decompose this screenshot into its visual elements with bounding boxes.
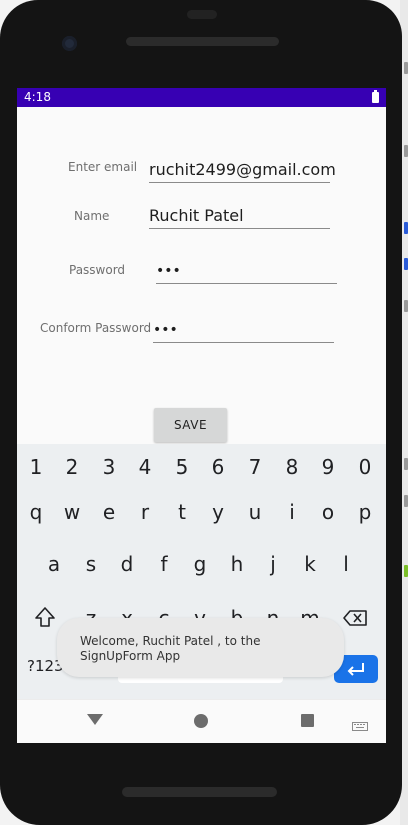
key[interactable]: k bbox=[295, 546, 325, 582]
welcome-toast: Welcome, Ruchit Patel , to the SignUpFor… bbox=[57, 618, 344, 677]
key[interactable]: u bbox=[240, 494, 270, 530]
key[interactable]: y bbox=[203, 494, 233, 530]
password-field[interactable]: ••• bbox=[156, 261, 337, 284]
key[interactable]: w bbox=[57, 494, 87, 530]
key[interactable]: q bbox=[21, 494, 51, 530]
key[interactable]: a bbox=[39, 546, 69, 582]
background-mark bbox=[404, 458, 408, 470]
key[interactable]: h bbox=[222, 546, 252, 582]
key[interactable]: d bbox=[112, 546, 142, 582]
email-label: Enter email bbox=[68, 160, 138, 174]
backspace-icon[interactable] bbox=[341, 600, 371, 636]
home-icon[interactable] bbox=[194, 714, 208, 728]
screen: 4:18 Enter email ruchit2499@gmail.com Na… bbox=[17, 88, 386, 743]
key[interactable]: 0 bbox=[350, 449, 380, 485]
key[interactable]: o bbox=[313, 494, 343, 530]
background-mark bbox=[404, 565, 408, 577]
save-button[interactable]: SAVE bbox=[154, 408, 227, 442]
key[interactable]: 8 bbox=[277, 449, 307, 485]
background-mark bbox=[404, 258, 408, 270]
key[interactable]: 5 bbox=[167, 449, 197, 485]
back-icon[interactable] bbox=[87, 714, 103, 725]
key[interactable]: j bbox=[258, 546, 288, 582]
email-field[interactable]: ruchit2499@gmail.com bbox=[149, 160, 336, 183]
key[interactable]: l bbox=[331, 546, 361, 582]
keyboard-switch-icon[interactable] bbox=[352, 716, 368, 731]
key[interactable]: f bbox=[149, 546, 179, 582]
name-field[interactable]: Ruchit Patel bbox=[149, 206, 330, 229]
confirm-password-label: Conform Password bbox=[40, 321, 152, 335]
name-label: Name bbox=[74, 209, 110, 223]
password-label: Password bbox=[69, 263, 126, 277]
background-mark bbox=[404, 222, 408, 234]
recents-icon[interactable] bbox=[301, 714, 314, 727]
keyboard-row-middle: a s d f g h j k l bbox=[17, 546, 386, 582]
key[interactable]: 1 bbox=[21, 449, 51, 485]
key[interactable]: r bbox=[130, 494, 160, 530]
background-mark bbox=[404, 300, 408, 312]
sensor bbox=[187, 10, 217, 19]
phone-frame: 4:18 Enter email ruchit2499@gmail.com Na… bbox=[0, 0, 402, 825]
key[interactable]: g bbox=[185, 546, 215, 582]
top-speaker bbox=[126, 37, 279, 46]
front-camera bbox=[62, 36, 77, 51]
key[interactable]: e bbox=[94, 494, 124, 530]
key[interactable]: 9 bbox=[313, 449, 343, 485]
toast-message: Welcome, Ruchit Patel , to the SignUpFor… bbox=[80, 634, 261, 663]
shift-icon[interactable] bbox=[30, 600, 60, 636]
background-mark bbox=[404, 62, 408, 74]
navigation-bar bbox=[17, 699, 386, 743]
key[interactable]: t bbox=[167, 494, 197, 530]
key[interactable]: 4 bbox=[130, 449, 160, 485]
key[interactable]: 6 bbox=[203, 449, 233, 485]
key[interactable]: i bbox=[277, 494, 307, 530]
confirm-password-field[interactable]: ••• bbox=[153, 320, 334, 343]
key[interactable]: s bbox=[76, 546, 106, 582]
bottom-speaker bbox=[122, 787, 277, 797]
keyboard-row-numbers: 1 2 3 4 5 6 7 8 9 0 bbox=[17, 449, 386, 485]
key[interactable]: 3 bbox=[94, 449, 124, 485]
keyboard-row-top: q w e r t y u i o p bbox=[17, 494, 386, 530]
key[interactable]: 2 bbox=[57, 449, 87, 485]
background-mark bbox=[404, 145, 408, 157]
battery-icon bbox=[372, 90, 379, 103]
key[interactable]: 7 bbox=[240, 449, 270, 485]
background-mark bbox=[404, 495, 408, 507]
key[interactable]: p bbox=[350, 494, 380, 530]
status-time: 4:18 bbox=[24, 90, 51, 104]
status-bar: 4:18 bbox=[17, 88, 386, 107]
